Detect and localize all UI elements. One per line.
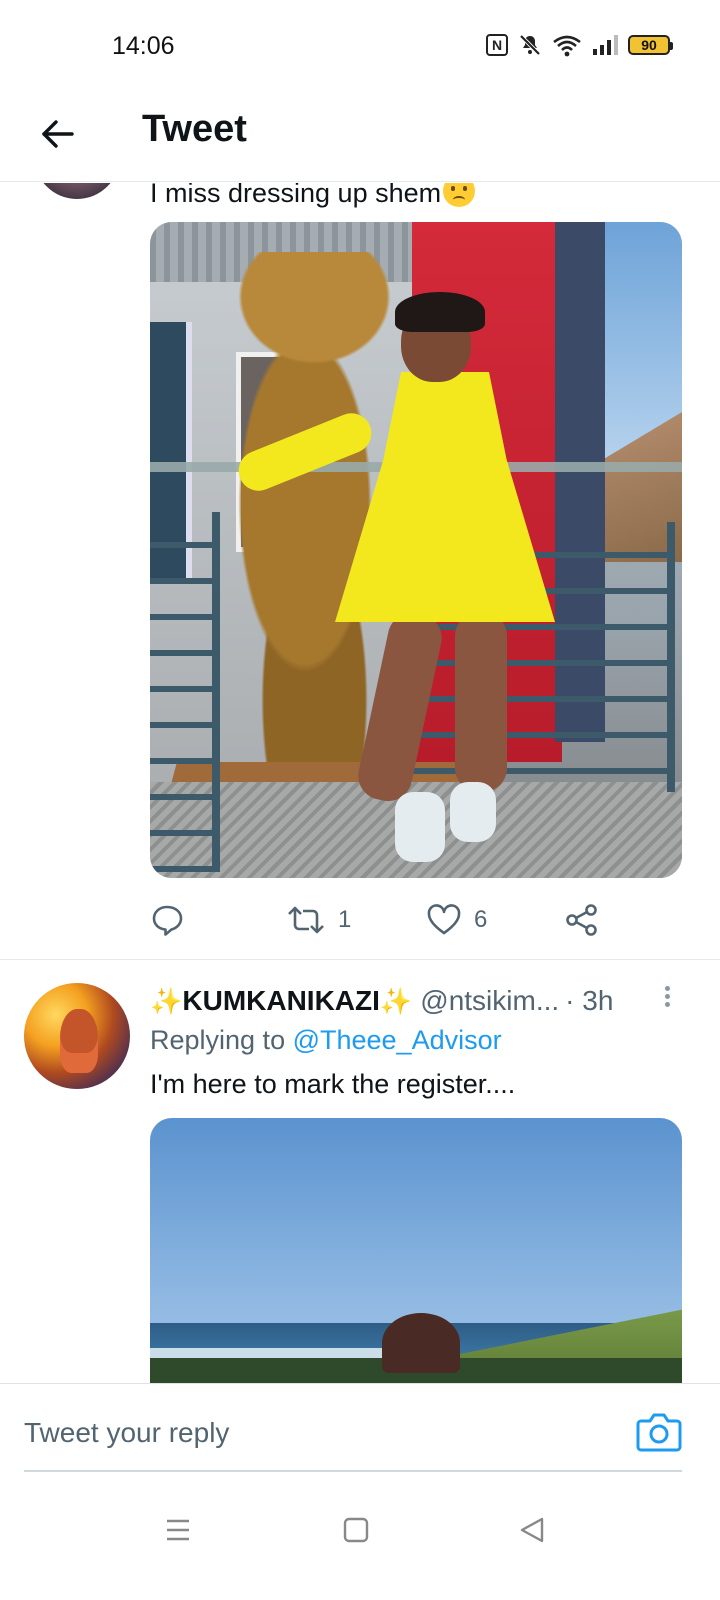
- reply-composer: [0, 1383, 720, 1483]
- photo-sneaker: [395, 792, 445, 862]
- tweet-text: I'm here to mark the register....: [150, 1069, 516, 1099]
- tweet-actions: 1 6: [150, 895, 682, 945]
- photo-woman: [232, 292, 555, 862]
- like-count: 6: [474, 906, 488, 933]
- author-handle[interactable]: @ntsikim...: [420, 985, 559, 1017]
- tweet-text: I miss dressing up shem: [150, 183, 476, 209]
- battery-icon: 90: [628, 35, 673, 55]
- menu-button[interactable]: [158, 1510, 198, 1550]
- page-title: Tweet: [142, 108, 247, 150]
- nfc-icon: N: [486, 34, 508, 56]
- author-name[interactable]: KUMKANIKAZI: [182, 985, 380, 1017]
- replying-to-label: Replying to: [150, 1025, 293, 1055]
- status-icons: N 90: [486, 30, 673, 60]
- wifi-icon: [553, 35, 581, 57]
- photo-fence-left: [150, 512, 220, 872]
- reply-icon: [152, 905, 183, 936]
- tweet-author-line: ✨ KUMKANIKAZI ✨ @ntsikim... · 3h: [150, 981, 690, 1021]
- avatar[interactable]: [24, 983, 130, 1089]
- photo-yellow-dress: [335, 372, 555, 622]
- share-button[interactable]: [564, 895, 600, 945]
- tweet-time: · 3h: [565, 985, 614, 1016]
- app-header: Tweet: [0, 92, 720, 182]
- avatar[interactable]: [34, 183, 120, 199]
- arrow-left-icon: [42, 120, 74, 148]
- tweet-photo[interactable]: [150, 1118, 682, 1383]
- more-options-icon[interactable]: [660, 983, 674, 1013]
- mute-icon: [519, 34, 541, 56]
- like-button[interactable]: 6: [426, 895, 487, 945]
- tweet-thread[interactable]: I miss dressing up shem 1 6 ✨ KUMKANIKAZ…: [0, 183, 720, 1383]
- status-time: 14:06: [112, 32, 175, 60]
- camera-button[interactable]: [636, 1410, 682, 1454]
- sparkles-emoji: ✨: [150, 985, 183, 1016]
- tweet-text-content: I miss dressing up shem: [150, 183, 442, 208]
- share-icon: [566, 904, 597, 936]
- sparkles-emoji: ✨: [379, 985, 413, 1016]
- signal-icon: [593, 35, 618, 55]
- reply-input[interactable]: [24, 1398, 634, 1468]
- photo-hair: [395, 292, 485, 332]
- retweet-button[interactable]: 1: [286, 895, 351, 945]
- camera-icon: [636, 1413, 682, 1452]
- photo-leg: [455, 612, 507, 792]
- retweet-count: 1: [338, 906, 352, 933]
- menu-icon: [167, 1519, 189, 1541]
- sad-sweat-face-emoji: [443, 183, 476, 207]
- back-triangle-icon: [520, 1517, 544, 1543]
- system-nav-bar: [0, 1484, 720, 1600]
- nav-back-button[interactable]: [512, 1510, 552, 1550]
- replying-to: Replying to @Theee_Advisor: [150, 1025, 502, 1056]
- home-square-icon: [343, 1517, 369, 1543]
- tweet-photo[interactable]: [150, 222, 682, 878]
- back-button[interactable]: [36, 112, 80, 156]
- heart-icon: [427, 904, 461, 935]
- photo-leg: [353, 608, 447, 806]
- photo-sneaker: [450, 782, 496, 842]
- replying-to-handle-link[interactable]: @Theee_Advisor: [293, 1025, 502, 1055]
- tweet-divider: [0, 959, 720, 960]
- retweet-icon: [288, 906, 324, 934]
- home-button[interactable]: [336, 1510, 376, 1550]
- reply-button[interactable]: [150, 895, 196, 945]
- status-bar: 14:06 N 90: [0, 0, 720, 92]
- reply-input-underline: [24, 1470, 682, 1472]
- photo-person-head: [382, 1313, 460, 1373]
